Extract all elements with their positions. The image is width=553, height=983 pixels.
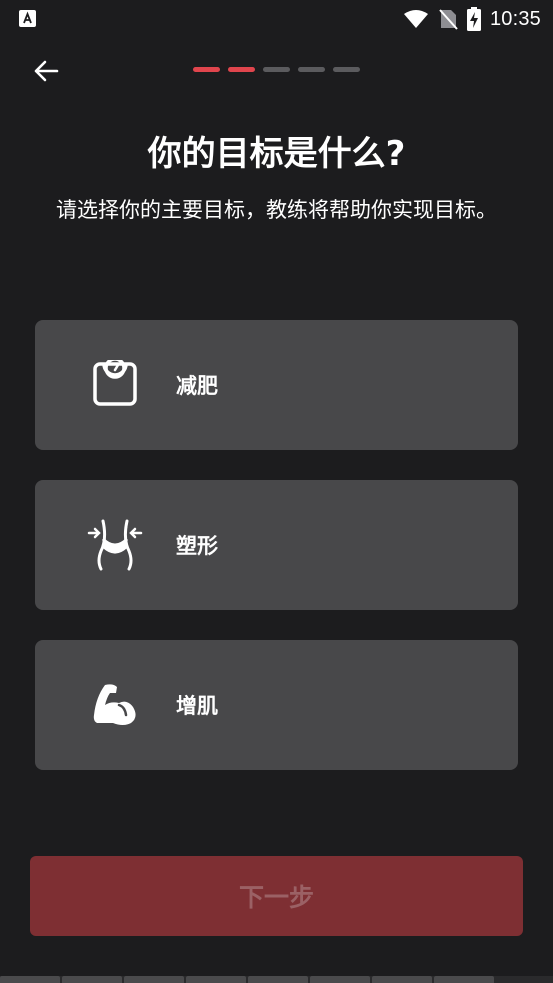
progress-step: [298, 67, 325, 72]
status-bar: 10:35: [0, 0, 553, 38]
flexed-arm-icon: [87, 676, 143, 732]
weight-scale-icon: [87, 356, 143, 412]
status-icons: 10:35: [403, 6, 541, 32]
page-title: 你的目标是什么?: [147, 134, 406, 174]
app-notification-icon: [19, 10, 36, 27]
status-time: 10:35: [489, 7, 541, 30]
next-button[interactable]: 下一步: [30, 856, 523, 936]
progress-step: [333, 67, 360, 72]
page-subtitle: 请选择你的主要目标，教练将帮助你实现目标。: [56, 198, 497, 222]
progress-step: [263, 67, 290, 72]
progress-step: [228, 67, 255, 72]
option-muscle-gain[interactable]: 增肌: [35, 640, 518, 770]
option-body-shaping[interactable]: 塑形: [35, 480, 518, 610]
step-progress: [193, 67, 360, 73]
option-label: 增肌: [176, 694, 218, 718]
option-label: 塑形: [176, 534, 218, 558]
back-button[interactable]: [28, 54, 64, 88]
bottom-app-strip: [0, 976, 553, 983]
wifi-icon: [403, 10, 428, 28]
arrow-left-icon: [34, 60, 59, 82]
waist-shaping-icon: [87, 516, 143, 572]
battery-charging-icon: [466, 7, 481, 31]
progress-step: [193, 67, 220, 72]
option-label: 减肥: [176, 374, 218, 398]
no-sim-icon: [439, 9, 458, 30]
option-lose-weight[interactable]: 减肥: [35, 320, 518, 450]
